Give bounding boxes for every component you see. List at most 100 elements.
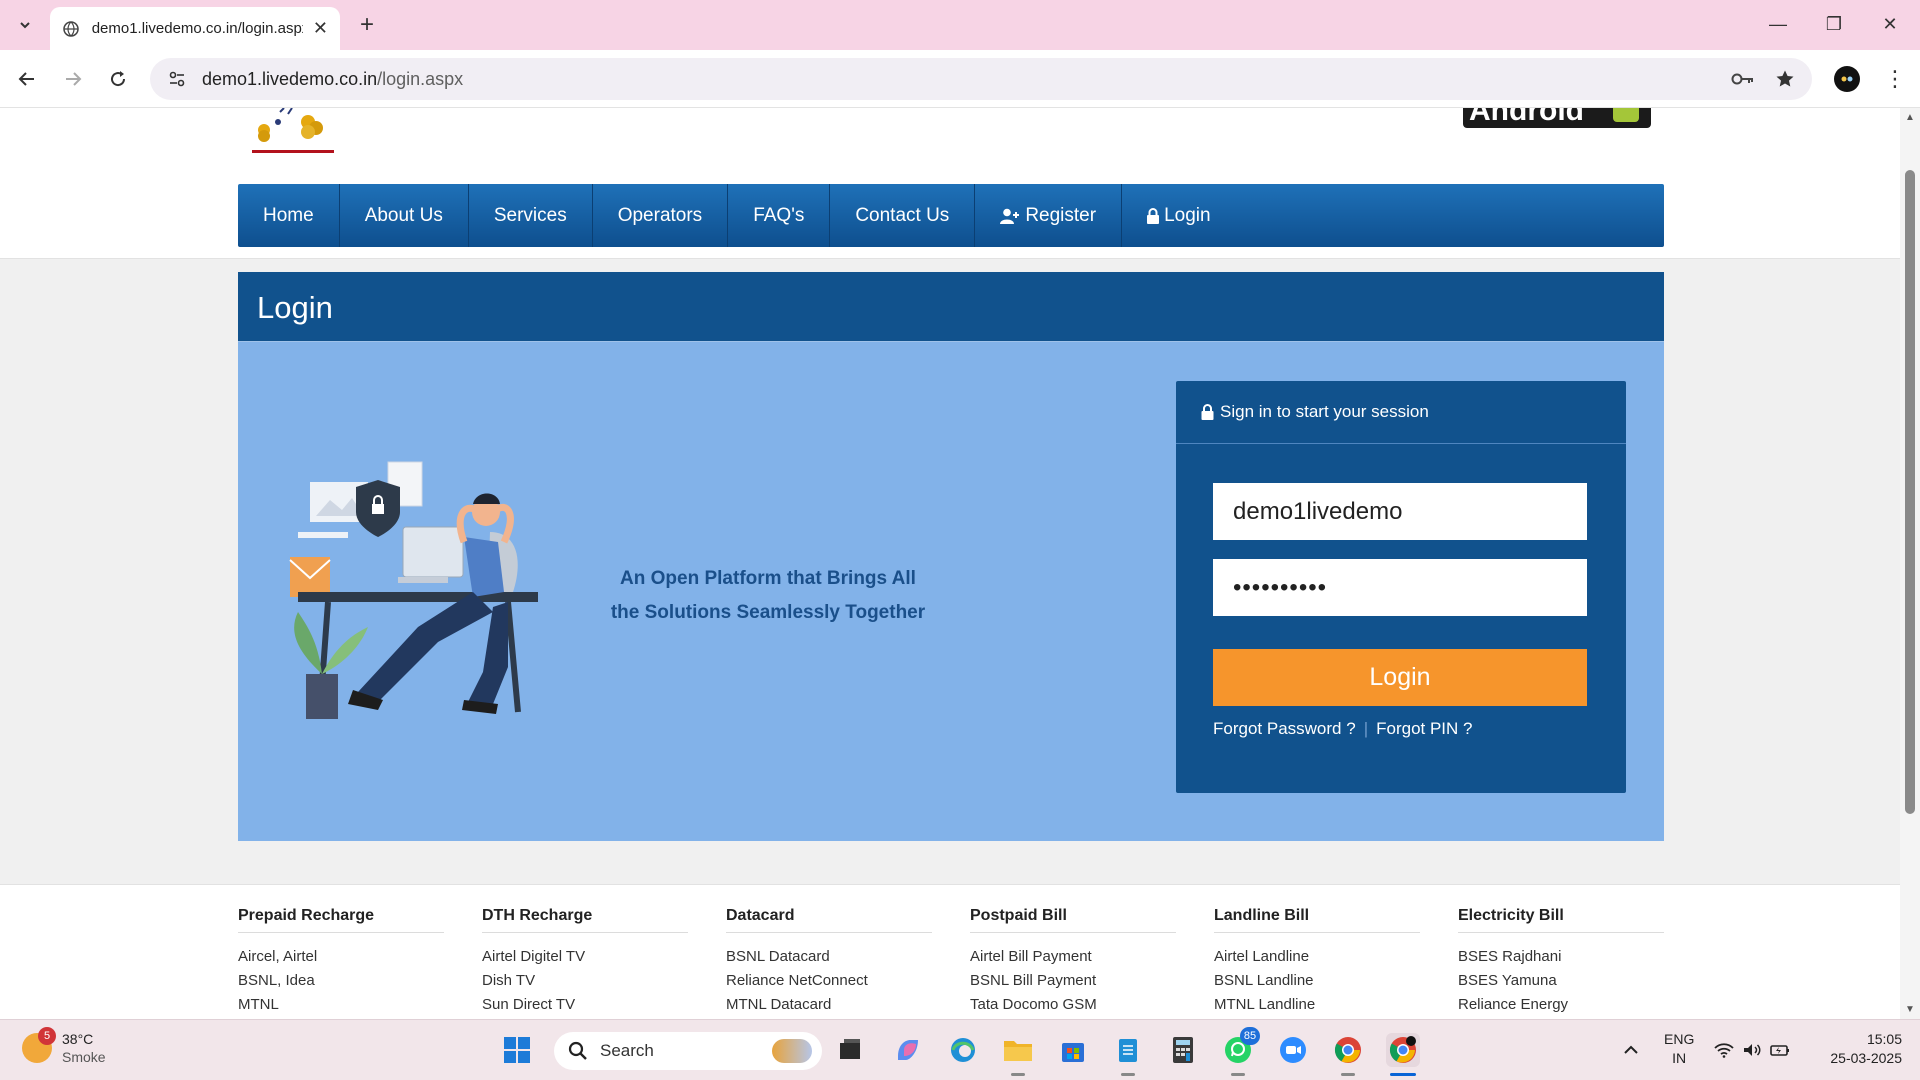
zoom-icon[interactable] <box>1276 1033 1310 1067</box>
browser-tab[interactable]: demo1.livedemo.co.in/login.aspx ✕ <box>50 7 340 50</box>
running-indicator <box>1341 1073 1355 1076</box>
site-logo[interactable] <box>250 108 336 154</box>
android-badge-wordmark: Android <box>1469 108 1584 127</box>
chevron-down-icon <box>20 22 30 29</box>
footer-link[interactable]: Tata Docomo GSM <box>970 993 1176 1017</box>
weather-widget[interactable]: 5 38°C Smoke <box>22 1027 106 1066</box>
close-tab-icon[interactable]: ✕ <box>313 18 328 39</box>
back-button[interactable] <box>12 64 42 94</box>
weather-text: 38°C Smoke <box>62 1030 106 1066</box>
forgot-password-link[interactable]: Forgot Password ? <box>1213 719 1356 739</box>
copilot-icon[interactable] <box>891 1033 925 1067</box>
user-plus-icon <box>1000 208 1020 224</box>
android-app-badge[interactable]: Android <box>1463 108 1651 128</box>
nav-home[interactable]: Home <box>238 184 340 247</box>
scroll-down-icon[interactable]: ▼ <box>1905 1004 1915 1015</box>
chrome-icon[interactable] <box>1331 1033 1365 1076</box>
footer-link[interactable]: BSES Yamuna <box>1458 969 1664 993</box>
weather-temperature: 38°C <box>62 1031 94 1047</box>
wifi-icon <box>1714 1043 1734 1058</box>
password-key-icon[interactable] <box>1730 66 1756 92</box>
nav-operators-label: Operators <box>617 204 703 226</box>
restore-button[interactable]: ❐ <box>1806 8 1862 40</box>
nav-about-us[interactable]: About Us <box>340 184 469 247</box>
footer-link[interactable]: BSES Rajdhani <box>1458 945 1664 969</box>
notepad-icon[interactable] <box>1111 1033 1145 1076</box>
login-submit-button[interactable]: Login <box>1213 649 1587 706</box>
weather-condition: Smoke <box>62 1049 106 1065</box>
clock[interactable]: 15:05 25-03-2025 <box>1812 1030 1902 1068</box>
arrow-left-icon <box>18 72 34 86</box>
nav-services[interactable]: Services <box>469 184 593 247</box>
password-field[interactable]: •••••••••• <box>1213 559 1587 616</box>
file-explorer-icon[interactable] <box>1001 1033 1035 1076</box>
nav-faqs[interactable]: FAQ's <box>728 184 831 247</box>
scroll-up-icon[interactable]: ▲ <box>1905 112 1915 123</box>
footer-link[interactable]: BSNL Datacard <box>726 945 932 969</box>
page-viewport: Android Home About Us Services Operators… <box>0 108 1900 1019</box>
search-highlight-icon <box>772 1039 812 1063</box>
weather-sun-icon: 5 <box>22 1027 56 1063</box>
footer-link[interactable]: MTNL <box>238 993 444 1017</box>
close-window-button[interactable]: ✕ <box>1862 8 1918 40</box>
reload-button[interactable] <box>103 64 133 94</box>
tab-list-button[interactable] <box>10 10 40 40</box>
language-indicator[interactable]: ENG IN <box>1664 1030 1694 1068</box>
footer-link[interactable]: Dish TV <box>482 969 688 993</box>
system-tray-status[interactable] <box>1712 1033 1792 1067</box>
microsoft-store-icon[interactable] <box>1056 1033 1090 1067</box>
nav-register-label: Register <box>1025 204 1097 226</box>
nav-login-label: Login <box>1164 204 1211 226</box>
tab-title: demo1.livedemo.co.in/login.aspx <box>91 20 303 37</box>
username-field[interactable]: demo1livedemo <box>1213 483 1587 540</box>
whatsapp-unread-badge: 85 <box>1240 1027 1260 1045</box>
taskbar-search[interactable]: Search <box>554 1032 822 1070</box>
browser-menu-icon[interactable]: ⋮ <box>1880 64 1910 94</box>
page-scrollbar[interactable]: ▲ ▼ <box>1900 108 1920 1019</box>
running-indicator <box>1231 1073 1245 1076</box>
browser-tab-bar: demo1.livedemo.co.in/login.aspx ✕ + — ❐ … <box>0 0 1920 50</box>
footer-link[interactable]: BSNL Landline <box>1214 969 1420 993</box>
nav-register[interactable]: Register <box>975 184 1123 247</box>
calculator-icon[interactable] <box>1166 1033 1200 1067</box>
forward-button[interactable] <box>58 64 88 94</box>
footer-link[interactable]: MTNL Landline <box>1214 993 1420 1017</box>
footer-link[interactable]: Airtel Digitel TV <box>482 945 688 969</box>
profile-avatar[interactable] <box>1834 66 1860 92</box>
footer-column-title: Prepaid Recharge <box>238 907 444 933</box>
footer-link[interactable]: Reliance NetConnect <box>726 969 932 993</box>
login-panel-header: Login <box>238 272 1664 342</box>
chrome-profile-icon[interactable] <box>1386 1033 1420 1076</box>
login-form-header: Sign in to start your session <box>1176 381 1626 444</box>
windows-start-icon[interactable] <box>500 1033 534 1067</box>
edge-icon[interactable] <box>946 1033 980 1067</box>
footer-column-title: DTH Recharge <box>482 907 688 933</box>
scrollbar-thumb[interactable] <box>1905 170 1915 814</box>
new-tab-button[interactable]: + <box>352 10 382 40</box>
whatsapp-icon[interactable]: 85 <box>1221 1027 1260 1076</box>
nav-contact-us[interactable]: Contact Us <box>830 184 976 247</box>
nav-operators[interactable]: Operators <box>593 184 729 247</box>
nav-login[interactable]: Login <box>1122 184 1236 247</box>
lock-icon <box>1147 207 1160 224</box>
address-bar[interactable]: demo1.livedemo.co.in/login.aspx <box>150 58 1812 100</box>
taskbar-search-placeholder: Search <box>600 1041 654 1060</box>
weather-alert-badge: 5 <box>38 1027 56 1045</box>
bookmark-star-icon[interactable] <box>1772 66 1798 92</box>
forgot-pin-link[interactable]: Forgot PIN ? <box>1376 719 1472 739</box>
site-header: Android Home About Us Services Operators… <box>0 108 1900 259</box>
site-info-icon[interactable] <box>164 66 190 92</box>
footer-link[interactable]: Airtel Bill Payment <box>970 945 1176 969</box>
footer-link[interactable]: Aircel, Airtel <box>238 945 444 969</box>
minimize-button[interactable]: — <box>1750 8 1806 40</box>
footer-link[interactable]: BSNL, Idea <box>238 969 444 993</box>
task-view-icon[interactable] <box>833 1033 867 1067</box>
footer-link[interactable]: BSNL Bill Payment <box>970 969 1176 993</box>
nav-services-label: Services <box>493 204 567 226</box>
site-footer: Prepaid Recharge Aircel, Airtel BSNL, Id… <box>0 884 1900 1019</box>
footer-link[interactable]: MTNL Datacard <box>726 993 932 1017</box>
chevron-up-icon[interactable] <box>1614 1033 1648 1067</box>
footer-link[interactable]: Reliance Energy <box>1458 993 1664 1017</box>
footer-link[interactable]: Airtel Landline <box>1214 945 1420 969</box>
footer-link[interactable]: Sun Direct TV <box>482 993 688 1017</box>
